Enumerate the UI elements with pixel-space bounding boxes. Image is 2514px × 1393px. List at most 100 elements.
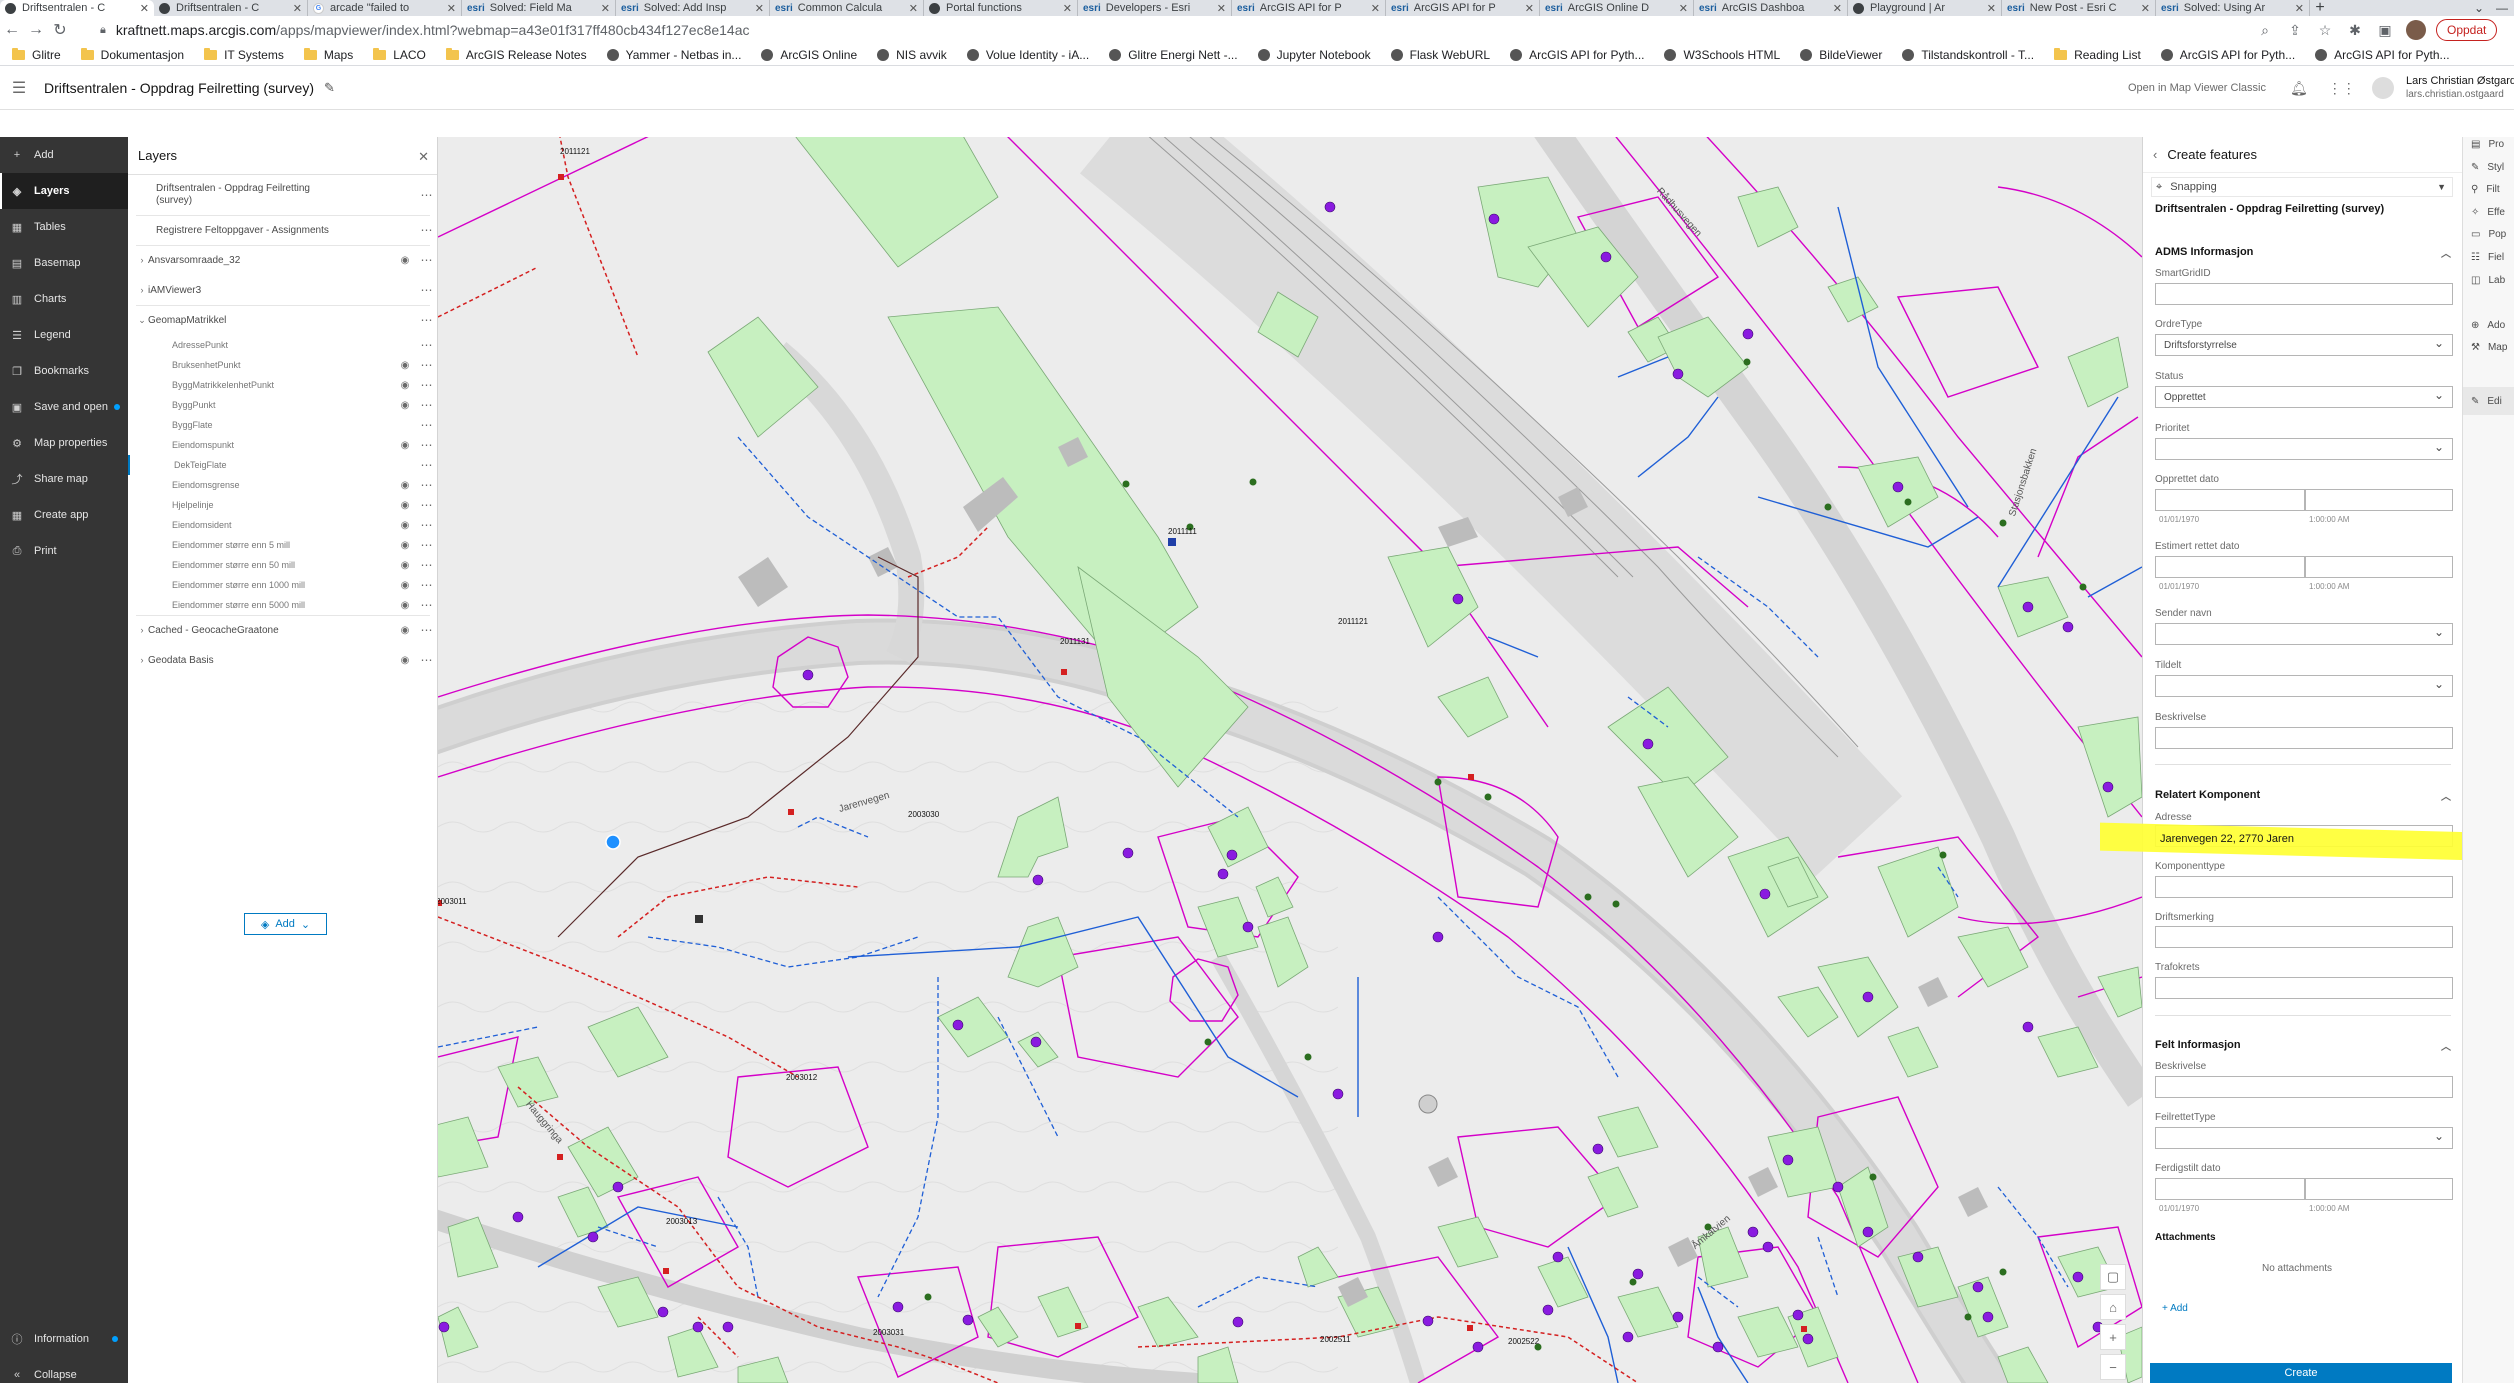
layer-row[interactable]: ⌄ GeomapMatrikkel ⋯ [128, 305, 438, 335]
close-icon[interactable]: ✕ [601, 2, 610, 15]
nav-basemap[interactable]: ▤ Basemap [0, 245, 128, 281]
layer-row[interactable]: ByggPunkt ◉ ⋯ [128, 395, 438, 415]
nav-add[interactable]: + Add [0, 137, 128, 173]
more-options-icon[interactable]: ⋯ [414, 578, 438, 592]
edit-title-icon[interactable]: ✎ [324, 80, 335, 96]
group-relatert-header[interactable]: Relatert Komponent ︿ [2155, 785, 2451, 805]
browser-tab[interactable]: esri ArcGIS Online D ✕ [1540, 0, 1694, 16]
zoom-in-icon[interactable]: + [2100, 1324, 2126, 1350]
menu-icon[interactable]: ☰ [0, 78, 38, 98]
more-options-icon[interactable]: ⋯ [414, 438, 438, 452]
create-button[interactable]: Create [2150, 1363, 2452, 1383]
close-icon[interactable]: ✕ [418, 149, 429, 165]
browser-tab[interactable]: esri New Post - Esri C ✕ [2002, 0, 2156, 16]
more-options-icon[interactable]: ⋯ [414, 338, 438, 352]
more-options-icon[interactable]: ⋯ [414, 358, 438, 372]
url-field[interactable]: 🔒︎ kraftnett.maps.arcgis.com/apps/mapvie… [100, 19, 2250, 41]
bookmark-item[interactable]: ArcGIS API for Pyth... [2315, 48, 2450, 62]
action-map[interactable]: ⚒ Map [2471, 342, 2507, 353]
browser-tab[interactable]: esri Common Calcula ✕ [770, 0, 924, 16]
group-felt-header[interactable]: Felt Informasjon ︿ [2155, 1035, 2451, 1055]
layer-row[interactable]: ByggMatrikkelenhetPunkt ◉ ⋯ [128, 375, 438, 395]
bookmark-item[interactable]: Volue Identity - iA... [966, 48, 1089, 62]
layer-row[interactable]: AdressePunkt ⋯ [128, 335, 438, 355]
visibility-icon[interactable]: ◉ [396, 360, 414, 371]
bookmark-item[interactable]: Yammer - Netbas in... [606, 48, 741, 62]
action-ado[interactable]: ⊕ Ado [2471, 320, 2505, 331]
more-options-icon[interactable]: ⋯ [414, 518, 438, 532]
layer-row[interactable]: ByggFlate ⋯ [128, 415, 438, 435]
layer-row[interactable]: › iAMViewer3 ⋯ [128, 275, 438, 305]
visibility-icon[interactable]: ◉ [396, 580, 414, 591]
update-button[interactable]: Oppdat [2436, 19, 2498, 41]
visibility-icon[interactable]: ◉ [396, 600, 414, 611]
bookmark-item[interactable]: NIS avvik [877, 48, 947, 62]
opprettet-time-input[interactable] [2305, 489, 2453, 511]
bookmark-item[interactable]: LACO [373, 47, 426, 62]
more-options-icon[interactable]: ⋯ [414, 653, 438, 667]
ordretype-select[interactable]: Driftsforstyrrelse [2155, 334, 2453, 356]
home-icon[interactable]: ⌂ [2100, 1294, 2126, 1320]
action-filt[interactable]: ⚲ Filt [2471, 184, 2500, 195]
close-icon[interactable]: ✕ [1063, 2, 1072, 15]
more-options-icon[interactable]: ⋯ [414, 283, 438, 297]
browser-tab[interactable]: esri ArcGIS Dashboa ✕ [1694, 0, 1848, 16]
tildelt-select[interactable] [2155, 675, 2453, 697]
close-icon[interactable]: ✕ [909, 2, 918, 15]
map-view[interactable]: 2011121 2011111 2011131 2003030 2003011 20030… [438, 137, 2142, 1383]
close-icon[interactable]: ✕ [1987, 2, 1996, 15]
layer-row[interactable]: DekTeigFlate ⋯ [128, 455, 438, 475]
bookmark-item[interactable]: W3Schools HTML [1664, 48, 1780, 62]
bookmark-item[interactable]: Reading List [2054, 47, 2141, 62]
layer-row[interactable]: Eiendomsident ◉ ⋯ [128, 515, 438, 535]
smartgridid-field[interactable] [2155, 283, 2453, 305]
tab-search-icon[interactable]: ⌄ [2474, 1, 2484, 15]
action-edi[interactable]: ✎ Edi [2463, 387, 2514, 415]
nav-layers[interactable]: ◈ Layers [0, 173, 128, 209]
layer-row[interactable]: Eiendommer større enn 5 mill ◉ ⋯ [128, 535, 438, 555]
close-icon[interactable]: ✕ [1679, 2, 1688, 15]
browser-tab[interactable]: esri Solved: Add Insp ✕ [616, 0, 770, 16]
close-icon[interactable]: ✕ [1217, 2, 1226, 15]
nav-bookmarks[interactable]: ❐ Bookmarks [0, 353, 128, 389]
action-styl[interactable]: ✎ Styl [2471, 162, 2504, 173]
visibility-icon[interactable]: ◉ [396, 480, 414, 491]
bookmark-item[interactable]: ArcGIS API for Pyth... [2160, 48, 2295, 62]
zoom-out-icon[interactable]: − [2100, 1354, 2126, 1380]
layer-row[interactable]: Hjelpelinje ◉ ⋯ [128, 495, 438, 515]
driftsmerking-field[interactable] [2155, 926, 2453, 948]
visibility-icon[interactable]: ◉ [396, 380, 414, 391]
bookmark-item[interactable]: ArcGIS Release Notes [445, 47, 587, 62]
reload-icon[interactable]: ↻ [48, 20, 72, 40]
bookmark-item[interactable]: IT Systems [204, 47, 284, 62]
more-options-icon[interactable]: ⋯ [414, 223, 438, 237]
browser-tab[interactable]: esri Solved: Using Ar ✕ [2156, 0, 2310, 16]
map-canvas[interactable] [438, 137, 2142, 1383]
close-icon[interactable]: ✕ [2141, 2, 2150, 15]
layer-row[interactable]: › Geodata Basis ◉ ⋯ [128, 645, 438, 675]
sender-navn-select[interactable] [2155, 623, 2453, 645]
visibility-icon[interactable]: ◉ [396, 655, 414, 666]
nav-save-and-open[interactable]: ▣ Save and open [0, 389, 128, 425]
browser-tab[interactable]: esri ArcGIS API for P ✕ [1232, 0, 1386, 16]
new-tab-icon[interactable]: + [2310, 0, 2330, 16]
map-select-icon[interactable]: ▢ [2100, 1264, 2126, 1290]
close-icon[interactable]: ✕ [1525, 2, 1534, 15]
more-options-icon[interactable]: ⋯ [414, 418, 438, 432]
feilrettettype-select[interactable] [2155, 1127, 2453, 1149]
bookmark-item[interactable]: BildeViewer [1800, 48, 1882, 62]
close-icon[interactable]: ✕ [2295, 2, 2304, 15]
layer-row[interactable]: Driftsentralen - Oppdrag Feilretting (su… [128, 175, 438, 215]
nav-collapse[interactable]: « Collapse [0, 1357, 128, 1393]
add-attachment-link[interactable]: + Add [2162, 1303, 2188, 1314]
nav-print[interactable]: ⎙ Print [0, 533, 128, 569]
chevron-icon[interactable]: › [136, 255, 148, 265]
browser-tab[interactable]: esri Solved: Field Ma ✕ [462, 0, 616, 16]
bookmark-item[interactable]: ArcGIS API for Pyth... [1510, 48, 1644, 62]
bookmark-item[interactable]: Maps [303, 47, 353, 62]
visibility-icon[interactable]: ◉ [396, 440, 414, 451]
layer-row[interactable]: › Cached - GeocacheGraatone ◉ ⋯ [128, 615, 438, 645]
back-chevron-icon[interactable]: ‹ [2153, 147, 2157, 162]
more-options-icon[interactable]: ⋯ [414, 188, 438, 202]
visibility-icon[interactable]: ◉ [396, 255, 414, 266]
